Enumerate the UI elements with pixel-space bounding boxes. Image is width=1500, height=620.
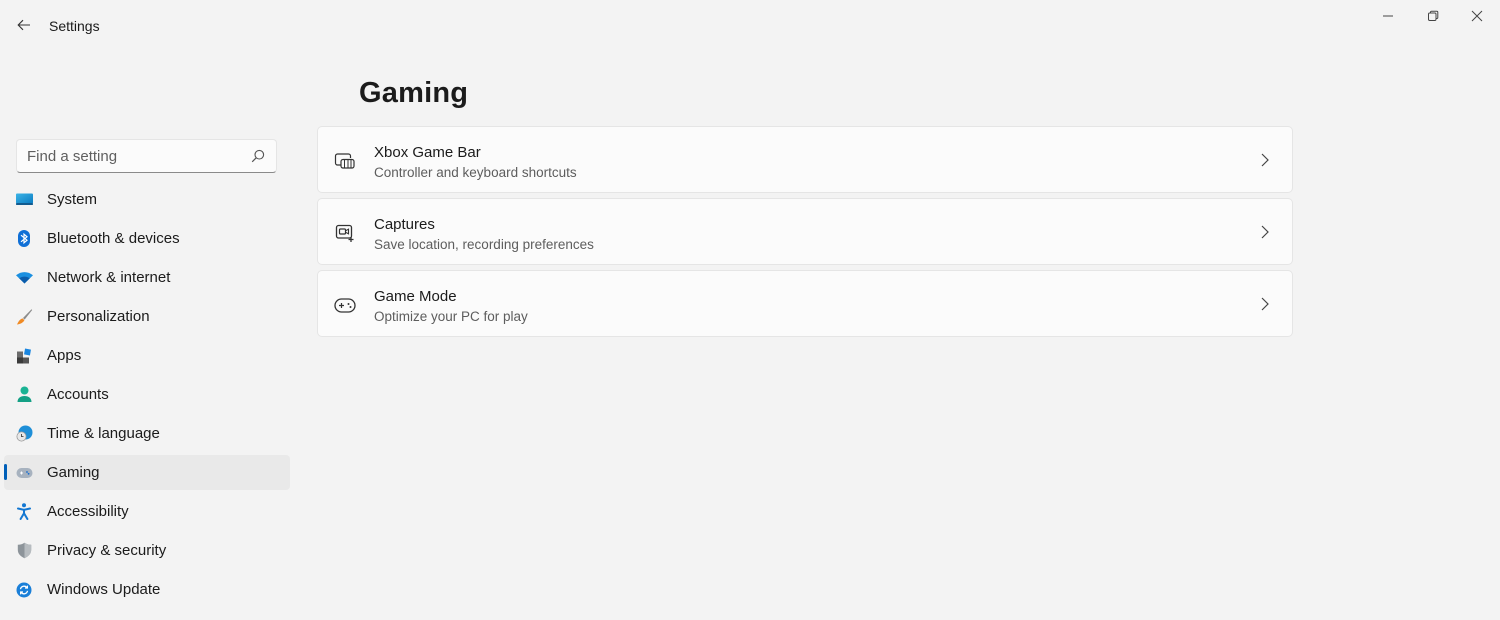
card-title: Game Mode <box>374 288 457 305</box>
wifi-icon <box>15 269 33 287</box>
back-arrow-icon <box>17 19 30 31</box>
sidebar-item-time-language[interactable]: Time & language <box>4 416 290 451</box>
chevron-right-icon <box>1258 224 1272 240</box>
sidebar-item-label: System <box>47 191 98 208</box>
game-bar-icon <box>334 150 356 172</box>
system-icon <box>15 191 33 209</box>
title-bar: Settings <box>0 0 1500 50</box>
sidebar-item-personalization[interactable]: Personalization <box>4 299 290 334</box>
sidebar-item-label: Windows Update <box>47 581 161 598</box>
account-icon <box>15 386 33 404</box>
sidebar-item-label: Accessibility <box>47 503 129 520</box>
restore-button[interactable] <box>1411 0 1455 32</box>
sidebar-item-label: Accounts <box>47 386 109 403</box>
card-xbox-game-bar[interactable]: Xbox Game Bar Controller and keyboard sh… <box>317 126 1293 193</box>
time-language-icon <box>15 425 33 443</box>
card-game-mode[interactable]: Game Mode Optimize your PC for play <box>317 270 1293 337</box>
shield-icon <box>15 542 33 560</box>
app-title: Settings <box>49 18 100 34</box>
settings-cards: Xbox Game Bar Controller and keyboard sh… <box>317 126 1293 342</box>
close-button[interactable] <box>1455 0 1499 32</box>
game-mode-icon <box>334 294 356 316</box>
sidebar-item-network[interactable]: Network & internet <box>4 260 290 295</box>
card-title: Captures <box>374 216 435 233</box>
search-input[interactable] <box>27 147 250 165</box>
card-captures[interactable]: Captures Save location, recording prefer… <box>317 198 1293 265</box>
minimize-button[interactable] <box>1366 0 1410 32</box>
search-box[interactable] <box>16 139 277 173</box>
sidebar-item-gaming[interactable]: Gaming <box>4 455 290 490</box>
chevron-right-icon <box>1258 152 1272 168</box>
accessibility-icon <box>15 503 33 521</box>
sidebar-item-accessibility[interactable]: Accessibility <box>4 494 290 529</box>
minimize-icon <box>1383 15 1393 17</box>
sidebar-item-apps[interactable]: Apps <box>4 338 290 373</box>
card-subtitle: Save location, recording preferences <box>374 237 594 252</box>
search-icon[interactable] <box>250 148 266 164</box>
sidebar-item-accounts[interactable]: Accounts <box>4 377 290 412</box>
back-button[interactable] <box>10 12 38 38</box>
update-icon <box>15 581 33 599</box>
selection-indicator <box>4 464 7 480</box>
sidebar-item-label: Time & language <box>47 425 160 442</box>
sidebar-item-label: Gaming <box>47 464 100 481</box>
sidebar-item-bluetooth[interactable]: Bluetooth & devices <box>4 221 290 256</box>
sidebar-item-label: Apps <box>47 347 82 364</box>
gamepad-icon <box>15 464 33 482</box>
sidebar-item-label: Network & internet <box>47 269 171 286</box>
apps-icon <box>15 347 33 365</box>
sidebar-item-privacy-security[interactable]: Privacy & security <box>4 533 290 568</box>
close-icon <box>1471 10 1483 22</box>
card-subtitle: Optimize your PC for play <box>374 309 528 324</box>
brush-icon <box>15 308 33 326</box>
restore-icon <box>1428 10 1439 21</box>
bluetooth-icon <box>15 230 33 248</box>
sidebar-nav: System Bluetooth & devices Network & int… <box>4 182 290 611</box>
sidebar-item-label: Privacy & security <box>47 542 167 559</box>
captures-icon <box>334 222 356 244</box>
sidebar-item-label: Bluetooth & devices <box>47 230 180 247</box>
sidebar-item-system[interactable]: System <box>4 182 290 217</box>
card-subtitle: Controller and keyboard shortcuts <box>374 165 577 180</box>
page-title: Gaming <box>359 77 469 109</box>
sidebar-item-label: Personalization <box>47 308 150 325</box>
chevron-right-icon <box>1258 296 1272 312</box>
card-title: Xbox Game Bar <box>374 144 481 161</box>
sidebar-item-windows-update[interactable]: Windows Update <box>4 572 290 607</box>
